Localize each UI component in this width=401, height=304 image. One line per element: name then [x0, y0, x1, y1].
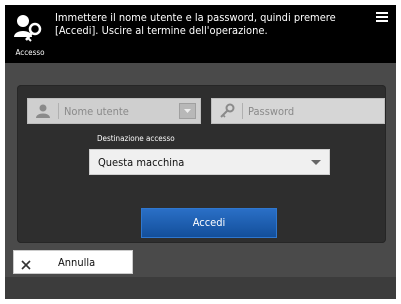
user-icon: [35, 103, 51, 119]
destination-value: Questa macchina: [98, 156, 185, 169]
footer-bar: [5, 277, 396, 299]
chevron-down-icon: [184, 109, 191, 113]
user-key-icon: [13, 13, 45, 43]
dropdown-arrow-icon: [311, 160, 321, 165]
password-field[interactable]: Password: [211, 98, 385, 124]
login-button[interactable]: Accedi: [141, 208, 277, 238]
close-icon: [20, 256, 32, 270]
username-placeholder: Nome utente: [64, 105, 129, 118]
cancel-label: Annulla: [58, 256, 96, 269]
key-icon: [219, 103, 235, 119]
username-field[interactable]: Nome utente: [27, 98, 201, 124]
login-panel: Nome utente Password Destinazione access…: [17, 85, 386, 243]
header-bar: Accesso Immettere il nome utente e la pa…: [5, 5, 396, 63]
destination-label: Destinazione accesso: [97, 134, 175, 143]
destination-select[interactable]: Questa macchina: [89, 149, 330, 175]
instruction-text: Immettere il nome utente e la password, …: [55, 11, 336, 37]
login-screen: Accesso Immettere il nome utente e la pa…: [5, 5, 396, 299]
cancel-button[interactable]: Annulla: [13, 250, 133, 274]
login-caption: Accesso: [15, 48, 45, 57]
username-list-button[interactable]: [179, 103, 196, 119]
menu-icon[interactable]: [376, 12, 388, 24]
password-placeholder: Password: [248, 105, 295, 118]
